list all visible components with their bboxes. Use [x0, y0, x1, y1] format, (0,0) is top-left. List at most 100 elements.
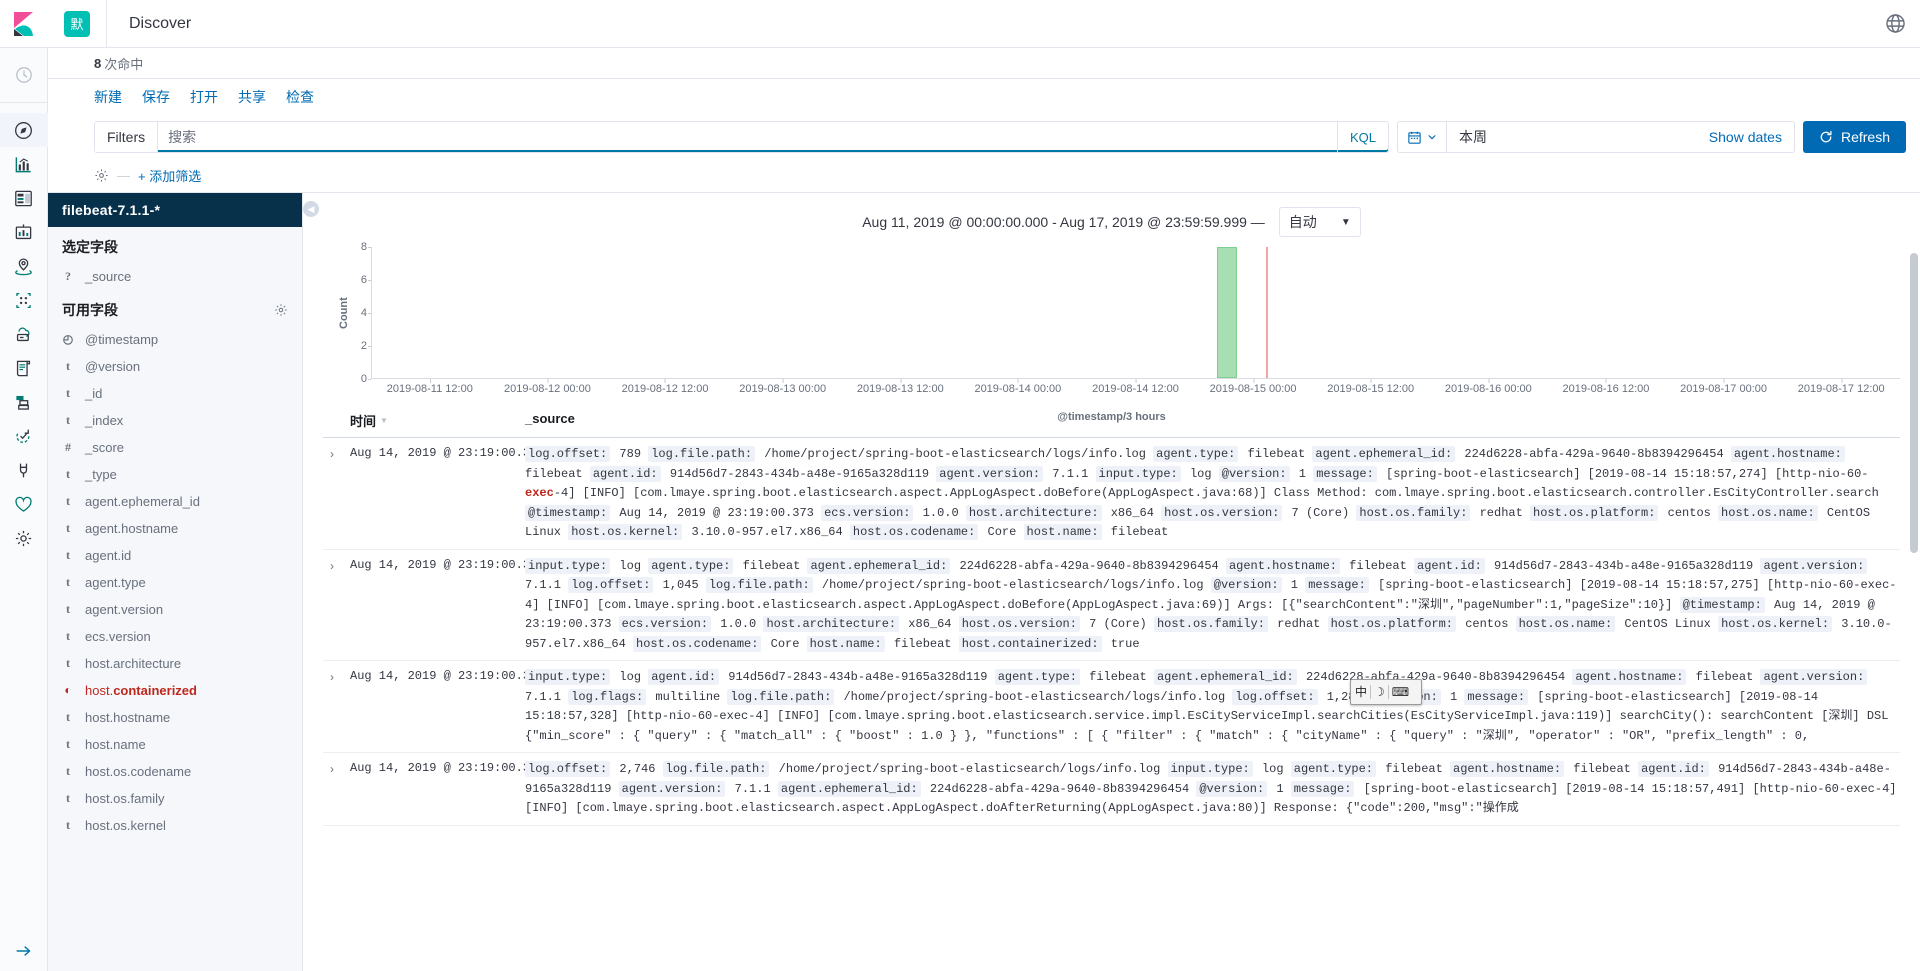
index-pattern-selector[interactable]: filebeat-7.1.1-* — [48, 193, 302, 227]
filters-label[interactable]: Filters — [95, 122, 159, 152]
recently-viewed-icon[interactable] — [0, 58, 48, 92]
source-field-key: agent.id: — [648, 669, 720, 685]
gear-icon[interactable] — [94, 168, 109, 183]
date-range-value[interactable]: 本周 — [1447, 122, 1697, 152]
sidebar-item-apm-icon[interactable] — [0, 385, 48, 419]
chevron-right-icon[interactable]: › — [323, 668, 350, 746]
sidebar-item-canvas[interactable] — [0, 215, 48, 249]
field-item--id[interactable]: t _id — [48, 380, 302, 407]
sidebar-item-machine-learning-icon[interactable] — [0, 283, 48, 317]
field-type-icon: # — [65, 440, 71, 454]
field-item-host-name[interactable]: t host.name — [48, 731, 302, 758]
kibana-logo[interactable] — [0, 0, 48, 48]
chart-plot-area[interactable] — [371, 247, 1900, 379]
collapse-left-icon[interactable]: ◀ — [303, 201, 319, 217]
primary-nav-rail — [0, 0, 48, 971]
sidebar-item-infrastructure-icon[interactable] — [0, 317, 48, 351]
sidebar-item-visualize[interactable] — [0, 147, 48, 181]
x-tick-label: 2019-08-12 12:00 — [621, 379, 709, 395]
rail-divider — [0, 102, 48, 103]
table-row[interactable]: › Aug 14, 2019 @ 23:19:00.373 input.type: … — [323, 661, 1900, 753]
source-field-key: host.os.platform: — [1327, 616, 1456, 632]
ime-toolbar[interactable]: 中 ☽ ⌨ — [1350, 679, 1422, 705]
expand-nav-icon[interactable] — [15, 931, 33, 971]
chevron-right-icon[interactable]: › — [323, 445, 350, 543]
field-name: agent.ephemeral_id — [85, 494, 200, 509]
ime-moon-icon[interactable]: ☽ — [1374, 686, 1385, 698]
chevron-right-icon[interactable]: › — [323, 557, 350, 655]
sidebar-item-logs-icon[interactable] — [0, 351, 48, 385]
add-filter-button[interactable]: + 添加筛选 — [138, 166, 201, 185]
histogram-bar[interactable] — [1216, 247, 1237, 378]
source-field-key: log.offset: — [525, 761, 611, 777]
field-settings-gear-icon[interactable] — [274, 303, 288, 317]
row-source: input.type: log agent.id: 914d56d7-2843-… — [525, 669, 1889, 743]
table-row[interactable]: › Aug 14, 2019 @ 23:19:00.373 log.offset: … — [323, 438, 1900, 550]
sidebar-item-dev-tools-icon[interactable] — [0, 453, 48, 487]
interval-select[interactable]: 自动 ▼ — [1278, 207, 1361, 237]
x-axis-label: @timestamp/3 hours — [1057, 411, 1166, 423]
ime-keyboard-icon[interactable]: ⌨ — [1392, 686, 1409, 698]
field-item-host-os-codename[interactable]: t host.os.codename — [48, 758, 302, 785]
nav-share[interactable]: 共享 — [238, 87, 266, 107]
show-dates-button[interactable]: Show dates — [1697, 122, 1794, 152]
field-item-agent-hostname[interactable]: t agent.hostname — [48, 515, 302, 542]
chevron-down-icon: ▼ — [1340, 216, 1351, 228]
field-item-agent-type[interactable]: t agent.type — [48, 569, 302, 596]
field-item--index[interactable]: t _index — [48, 407, 302, 434]
source-field-key: agent.hostname: — [1730, 446, 1845, 462]
source-field-key: input.type: — [525, 557, 611, 574]
field-item--type[interactable]: t _type — [48, 461, 302, 488]
field-item-host-os-family[interactable]: t host.os.family — [48, 785, 302, 812]
field-item-agent-ephemeral-id[interactable]: t agent.ephemeral_id — [48, 488, 302, 515]
vertical-scrollbar[interactable] — [1910, 253, 1918, 553]
nav-inspect[interactable]: 检查 — [286, 87, 314, 107]
source-field-key: agent.hostname: — [1225, 557, 1340, 574]
calendar-icon[interactable] — [1398, 122, 1447, 152]
refresh-button[interactable]: Refresh — [1802, 121, 1906, 153]
filter-bar: — + 添加筛选 — [48, 159, 1920, 193]
nav-save[interactable]: 保存 — [142, 87, 170, 107]
field-item-host-os-kernel[interactable]: t host.os.kernel — [48, 812, 302, 839]
field-type-icon: t — [66, 629, 70, 643]
source-field-key: host.name: — [806, 635, 885, 652]
ime-mode[interactable]: 中 — [1355, 686, 1367, 698]
field-item-host-architecture[interactable]: t host.architecture — [48, 650, 302, 677]
field-type-icon: t — [66, 710, 70, 724]
sidebar-item-uptime-icon[interactable] — [0, 419, 48, 453]
source-field-key: log.offset: — [1232, 688, 1318, 705]
sidebar-item-management-icon[interactable] — [0, 521, 48, 555]
table-row[interactable]: › Aug 14, 2019 @ 23:19:00.373 log.offset: … — [323, 753, 1900, 826]
field-item--score[interactable]: # _score — [48, 434, 302, 461]
field-type-icon: t — [66, 467, 70, 481]
field-item-agent-id[interactable]: t agent.id — [48, 542, 302, 569]
search-input[interactable] — [158, 122, 1337, 152]
space-avatar[interactable]: 默 — [64, 10, 90, 37]
field-item--timestamp[interactable]: ◴ @timestamp — [48, 326, 302, 353]
x-tick-label: 2019-08-17 00:00 — [1680, 379, 1767, 395]
field-name: host.os.kernel — [85, 818, 166, 833]
field-item--source[interactable]: ? _source — [48, 263, 302, 290]
sidebar-item-maps[interactable] — [0, 249, 48, 283]
field-item-agent-version[interactable]: t agent.version — [48, 596, 302, 623]
field-item-host-containerized[interactable]: ◐ host.containerized — [48, 677, 302, 704]
sidebar-item-dashboard[interactable] — [0, 181, 48, 215]
field-item-host-hostname[interactable]: t host.hostname — [48, 704, 302, 731]
source-field-key: agent.hostname: — [1450, 761, 1565, 777]
query-language-button[interactable]: KQL — [1336, 122, 1388, 152]
nav-open[interactable]: 打开 — [190, 87, 218, 107]
globe-icon[interactable] — [1885, 13, 1906, 34]
nav-new[interactable]: 新建 — [94, 87, 122, 107]
field-item--version[interactable]: t @version — [48, 353, 302, 380]
field-item-ecs-version[interactable]: t ecs.version — [48, 623, 302, 650]
sidebar-item-discover[interactable] — [0, 113, 48, 147]
source-field-key: agent.ephemeral_id: — [777, 780, 921, 797]
x-tick-label: 2019-08-17 12:00 — [1797, 379, 1885, 395]
field-list-scroll[interactable]: 选定字段 ? _source 可用字段 ◴ @timestamp t @version t… — [48, 227, 302, 971]
y-tick-label: 8 — [360, 241, 372, 253]
table-row[interactable]: › Aug 14, 2019 @ 23:19:00.373 input.type: … — [323, 550, 1900, 661]
histogram-marker[interactable] — [1265, 247, 1268, 378]
source-field-key: @version: — [1210, 577, 1282, 593]
sidebar-item-monitoring-icon[interactable] — [0, 487, 48, 521]
chevron-right-icon[interactable]: › — [323, 760, 350, 819]
